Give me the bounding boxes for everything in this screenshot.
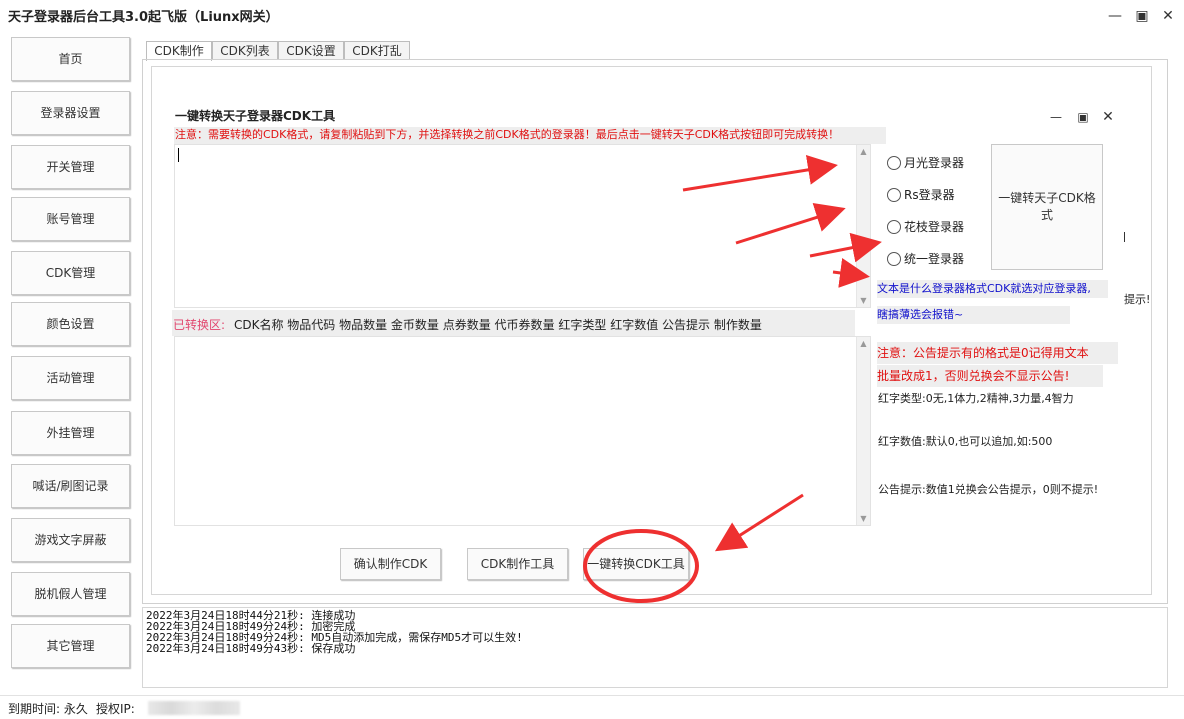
annotation-arrow-icon	[682, 155, 838, 192]
annotation-arrow-icon	[714, 493, 804, 552]
log-panel: 2022年3月24日18时44分21秒: 连接成功 2022年3月24日18时4…	[142, 607, 1168, 688]
annotation-arrow-icon	[832, 258, 870, 288]
ip-label: 授权IP:	[96, 702, 135, 716]
ip-redacted	[148, 701, 240, 715]
annotation-circle-icon	[583, 529, 699, 603]
log-line: 2022年3月24日18时49分43秒: 保存成功	[146, 642, 356, 655]
expire-text: 到期时间: 永久	[8, 702, 88, 716]
annotation-arrow-icon	[809, 232, 882, 263]
annotation-arrow-icon	[735, 202, 846, 245]
